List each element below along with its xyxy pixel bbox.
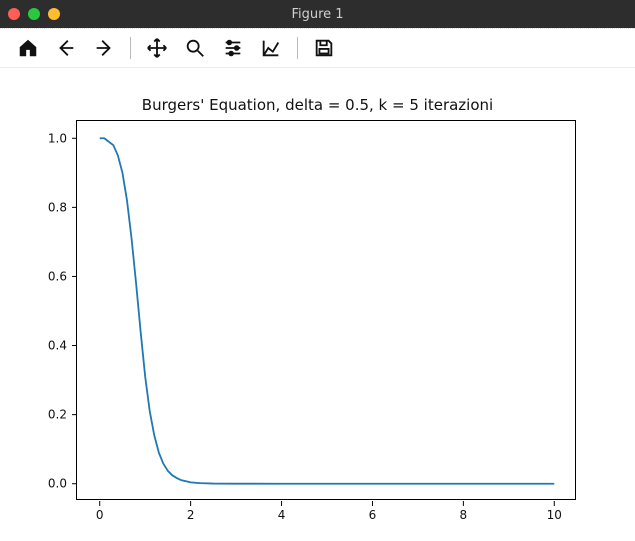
save-button[interactable] bbox=[310, 34, 338, 62]
axes-edit-icon bbox=[260, 37, 282, 59]
save-icon bbox=[313, 37, 335, 59]
arrow-right-icon bbox=[93, 37, 115, 59]
y-tick-label: 0.6 bbox=[48, 269, 67, 283]
x-tick-label: 6 bbox=[369, 508, 377, 522]
zoom-icon bbox=[184, 37, 206, 59]
plot-area: Burgers' Equation, delta = 0.5, k = 5 it… bbox=[0, 68, 635, 541]
subplots-button[interactable] bbox=[219, 34, 247, 62]
x-tick-label: 4 bbox=[278, 508, 286, 522]
x-tick-label: 10 bbox=[547, 508, 562, 522]
x-tick-label: 2 bbox=[187, 508, 195, 522]
axes-edit-button[interactable] bbox=[257, 34, 285, 62]
minimize-icon[interactable] bbox=[28, 8, 40, 20]
close-icon[interactable] bbox=[8, 8, 20, 20]
chart-svg: 02468100.00.20.40.60.81.0 bbox=[77, 121, 575, 499]
pan-button[interactable] bbox=[143, 34, 171, 62]
maximize-icon[interactable] bbox=[48, 8, 60, 20]
move-icon bbox=[146, 37, 168, 59]
y-tick-label: 0.0 bbox=[48, 477, 67, 491]
plot-title: Burgers' Equation, delta = 0.5, k = 5 it… bbox=[0, 96, 635, 114]
x-tick-label: 8 bbox=[460, 508, 468, 522]
figure-window: Figure 1 Burgers' Equation, delta = bbox=[0, 0, 635, 541]
home-icon bbox=[17, 37, 39, 59]
y-tick-label: 0.4 bbox=[48, 339, 67, 353]
series-line bbox=[100, 138, 555, 483]
x-tick-label: 0 bbox=[96, 508, 104, 522]
arrow-left-icon bbox=[55, 37, 77, 59]
zoom-button[interactable] bbox=[181, 34, 209, 62]
separator bbox=[130, 37, 131, 59]
sliders-icon bbox=[222, 37, 244, 59]
window-controls bbox=[8, 0, 60, 28]
home-button[interactable] bbox=[14, 34, 42, 62]
y-tick-label: 0.2 bbox=[48, 408, 67, 422]
y-tick-label: 1.0 bbox=[48, 131, 67, 145]
forward-button[interactable] bbox=[90, 34, 118, 62]
toolbar bbox=[0, 28, 635, 68]
axes[interactable]: 02468100.00.20.40.60.81.0 bbox=[76, 120, 576, 500]
y-tick-label: 0.8 bbox=[48, 200, 67, 214]
window-title: Figure 1 bbox=[291, 7, 343, 22]
back-button[interactable] bbox=[52, 34, 80, 62]
titlebar: Figure 1 bbox=[0, 0, 635, 28]
separator bbox=[297, 37, 298, 59]
